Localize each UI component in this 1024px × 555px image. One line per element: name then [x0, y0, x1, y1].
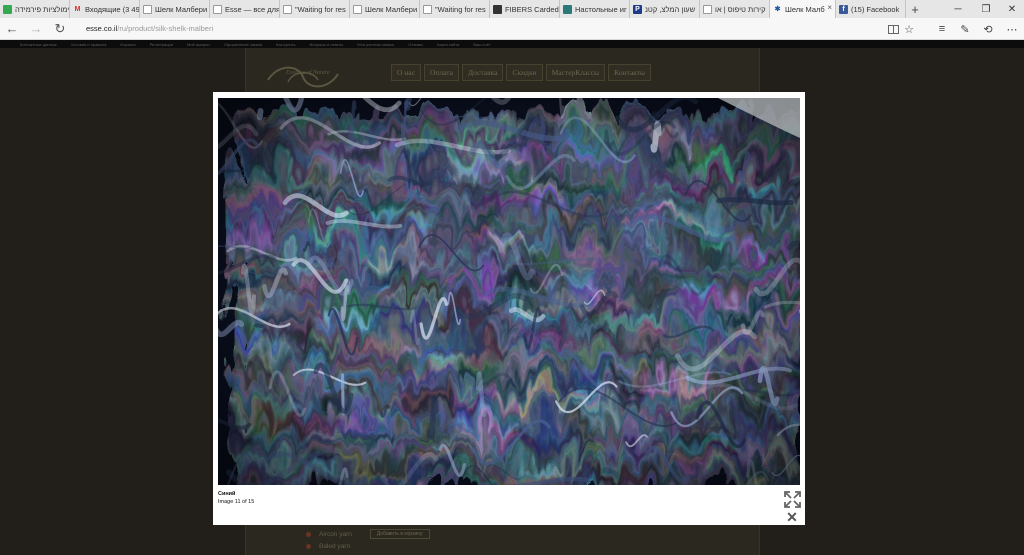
browser-tab-4[interactable]: "Waiting for res — [280, 0, 350, 18]
site-below-fold: Aircon yarn Добавить в корзину Baled yarn — [306, 528, 526, 552]
hub-menu-icon[interactable]: ≡ — [932, 18, 952, 40]
close-icon[interactable]: ✕ — [785, 510, 799, 524]
tab-label: "Waiting for res — [435, 4, 486, 14]
address-bar: ← → ↻ esse.co.il/ru/product/silk-shelk-m… — [0, 18, 1024, 40]
bullet-icon — [306, 531, 311, 537]
star-icon: ✱ — [774, 5, 781, 13]
browser-tab-1[interactable]: M Входящие (3 491) — [70, 0, 140, 18]
page-icon — [703, 4, 712, 14]
site-product-label[interactable]: Aircon yarn — [319, 531, 352, 538]
site-topbar-link[interactable]: Мой аккаунт — [187, 42, 210, 47]
site-nav-item[interactable]: Оплата — [423, 64, 459, 81]
lightbox: Синий Image 11 of 15 ✕ — [213, 92, 805, 525]
lightbox-photo[interactable] — [218, 98, 800, 485]
site-topbar-link[interactable]: Контактные данные — [20, 42, 57, 47]
browser-tab-11[interactable]: ✱ Шелк Малб × — [770, 0, 836, 18]
tab-label: Входящие (3 491) — [85, 4, 139, 14]
new-tab-icon[interactable]: + — [906, 0, 924, 18]
url-path: /ru/product/silk-shelk-malberi — [117, 24, 214, 33]
url-host: esse.co.il — [86, 24, 118, 33]
browser-tab-3[interactable]: Esse — все для — [210, 0, 280, 18]
site-product-row: Baled yarn — [306, 540, 526, 552]
site-topbar-link[interactable]: Как купить — [276, 42, 296, 47]
site-logo — [267, 66, 339, 88]
site-product-label[interactable]: Baled yarn — [319, 543, 350, 550]
forward-arrow-icon[interactable]: → — [24, 18, 48, 40]
site-topbar-link[interactable]: Вопросы и ответы — [310, 42, 344, 47]
site-topbar-link[interactable]: Карта сайта — [437, 42, 459, 47]
site-topbar-link[interactable]: Регистрация — [150, 42, 173, 47]
lightbox-counter: Image 11 of 15 — [218, 499, 255, 505]
site-topbar-link[interactable]: Оформление заказа — [224, 42, 262, 47]
url-field[interactable]: esse.co.il/ru/product/silk-shelk-malberi — [86, 24, 213, 33]
browser-tab-0[interactable]: סימולציות פירמידה — [0, 0, 70, 18]
page-icon — [423, 4, 432, 14]
window-close-icon[interactable]: ✕ — [998, 0, 1024, 18]
page-icon — [213, 4, 222, 14]
browser-tab-6[interactable]: "Waiting for res — [420, 0, 490, 18]
site-nav: О нас Оплата Доставка Скидки МастерКлассы Кон… — [391, 64, 652, 81]
tab-strip: סימולציות פירמידה M Входящие (3 491) Шел… — [0, 0, 1024, 18]
tab-label: Шелк Малбери — [365, 4, 418, 14]
browser-tab-8[interactable]: Настольные иг — [560, 0, 630, 18]
add-to-cart-button[interactable]: Добавить в корзину — [369, 529, 430, 539]
tab-label: קירות טיפוס | או — [715, 4, 766, 14]
tab-label: Esse — все для — [225, 4, 279, 14]
site-topbar-link[interactable]: Условия и правила — [71, 42, 106, 47]
minimize-icon[interactable]: ─ — [944, 0, 972, 18]
browser-tab-7[interactable]: FIBERS Carded — [490, 0, 560, 18]
tab-label: (15) Facebook — [851, 4, 900, 14]
page-icon — [283, 4, 292, 14]
lightbox-title: Синий — [218, 491, 236, 497]
site-nav-item[interactable]: Контакты — [608, 64, 652, 81]
bullet-icon — [306, 543, 311, 549]
more-options-icon[interactable]: ⋯ — [1002, 18, 1022, 40]
tab-label: סימולציות פירמידה — [15, 4, 69, 14]
restore-icon[interactable]: ❐ — [972, 0, 1000, 18]
expand-icon[interactable] — [782, 489, 803, 510]
tab-label: Шелк Малб — [785, 4, 825, 14]
green-square-icon — [3, 4, 12, 14]
site-nav-item[interactable]: Доставка — [461, 64, 504, 81]
browser-tab-10[interactable]: קירות טיפוס | או — [700, 0, 770, 18]
browser-tab-9[interactable]: P שעון המלצ, קטנ — [630, 0, 700, 18]
tab-label: "Waiting for res — [295, 4, 346, 14]
tab-label: Шелк Малбери — [155, 4, 208, 14]
tab-label: FIBERS Carded — [505, 4, 559, 14]
site-tagline: Essence of Nature — [286, 70, 330, 76]
lightbox-caption: Синий Image 11 of 15 — [218, 490, 254, 506]
browser-tab-2[interactable]: Шелк Малбери — [140, 0, 210, 18]
tab-label: Настольные иг — [575, 4, 627, 14]
tab-close-icon[interactable]: × — [827, 3, 832, 12]
browser-tab-5[interactable]: Шелк Малбери — [350, 0, 420, 18]
share-icon[interactable]: ⟲ — [978, 18, 998, 40]
site-topbar: Контактные данные Условия и правила Корзин… — [0, 40, 1024, 48]
facebook-icon: f — [839, 4, 848, 14]
page-icon — [353, 4, 362, 14]
dark-square-icon — [493, 4, 502, 14]
refresh-icon[interactable]: ↻ — [48, 18, 72, 40]
favorite-star-icon[interactable]: ☆ — [899, 18, 919, 40]
gmail-icon: M — [74, 5, 81, 13]
site-topbar-link[interactable]: Моя учетная запись — [357, 42, 394, 47]
browser-tab-12[interactable]: f (15) Facebook — [836, 0, 906, 18]
site-topbar-link[interactable]: Отзывы — [408, 42, 423, 47]
back-arrow-icon[interactable]: ← — [0, 18, 24, 40]
site-topbar-link[interactable]: Корзина — [120, 42, 135, 47]
page-icon — [143, 4, 152, 14]
teal-square-icon — [563, 4, 572, 14]
site-product-row: Aircon yarn Добавить в корзину — [306, 528, 526, 540]
site-nav-item[interactable]: О нас — [391, 64, 421, 81]
site-nav-item[interactable]: МастерКлассы — [545, 64, 606, 81]
tab-label: שעון המלצ, קטנ — [645, 4, 696, 14]
web-note-icon[interactable]: ✎ — [955, 18, 975, 40]
blue-p-icon: P — [633, 4, 642, 14]
site-topbar-link[interactable]: Ваш счёт — [473, 42, 490, 47]
site-nav-item[interactable]: Скидки — [506, 64, 543, 81]
